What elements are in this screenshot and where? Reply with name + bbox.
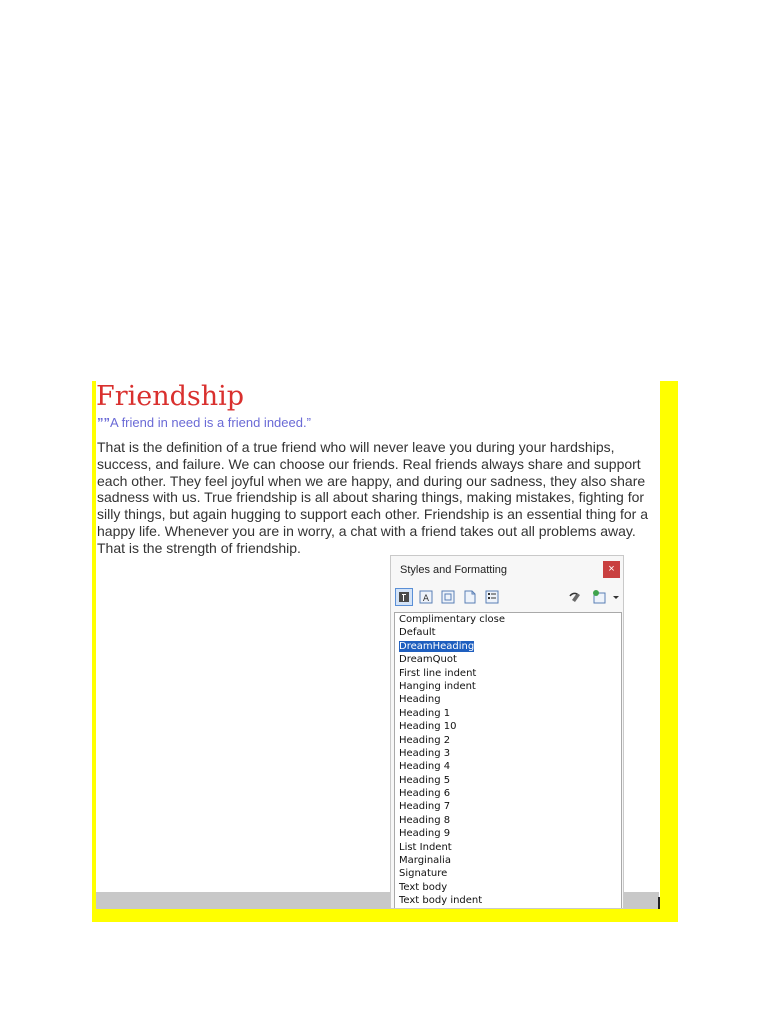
body-line: That is the definition of a true friend … — [97, 439, 615, 455]
style-item[interactable]: Text body indent — [395, 894, 621, 907]
style-item[interactable]: Hanging indent — [395, 680, 621, 693]
svg-text:A: A — [423, 594, 430, 604]
style-item[interactable]: Heading 5 — [395, 774, 621, 787]
document-body: That is the definition of a true friend … — [97, 439, 659, 557]
paragraph-styles-icon[interactable] — [395, 588, 413, 606]
style-item[interactable]: DreamQuot — [395, 653, 621, 666]
styles-and-formatting-panel: Styles and Formatting × A Complimentary … — [390, 555, 624, 909]
style-item[interactable]: Heading — [395, 693, 621, 706]
style-item[interactable]: Heading 3 — [395, 747, 621, 760]
selected-style-label: DreamHeading — [399, 640, 475, 652]
style-list[interactable]: Complimentary close Default DreamHeading… — [394, 612, 622, 908]
style-item[interactable]: List Indent — [395, 841, 621, 854]
styles-toolbar: A — [395, 587, 621, 609]
frame-styles-icon[interactable] — [439, 588, 457, 606]
style-item[interactable]: Heading 2 — [395, 734, 621, 747]
close-button[interactable]: × — [603, 561, 620, 578]
style-item[interactable]: Heading 6 — [395, 787, 621, 800]
body-line: success, and failure. We can choose our … — [97, 455, 641, 472]
style-item[interactable]: Complimentary close — [395, 613, 621, 626]
style-item[interactable]: Heading 9 — [395, 827, 621, 840]
style-item[interactable]: First line indent — [395, 667, 621, 680]
style-item-selected[interactable]: DreamHeading — [395, 640, 621, 653]
list-styles-icon[interactable] — [483, 588, 501, 606]
style-item[interactable]: Heading 4 — [395, 760, 621, 773]
style-item[interactable]: Heading 10 — [395, 720, 621, 733]
style-item[interactable]: Heading 8 — [395, 814, 621, 827]
document-title: Friendship — [96, 381, 245, 412]
panel-title: Styles and Formatting — [400, 564, 507, 576]
scrollbar-edge — [658, 897, 660, 909]
style-item[interactable]: Heading 7 — [395, 800, 621, 813]
body-line: sadness with us. True friendship is all … — [97, 489, 645, 506]
page-styles-icon[interactable] — [461, 588, 479, 606]
quote-mark: ”” — [97, 415, 110, 430]
new-style-icon[interactable] — [591, 588, 609, 606]
fill-format-icon[interactable] — [567, 588, 585, 606]
style-item[interactable]: Marginalia — [395, 854, 621, 867]
style-item[interactable]: Signature — [395, 867, 621, 880]
character-styles-icon[interactable]: A — [417, 588, 435, 606]
style-item[interactable]: Default — [395, 626, 621, 639]
body-line: happy life. Whenever you are in worry, a… — [97, 522, 636, 539]
dropdown-arrow-icon[interactable] — [611, 588, 621, 606]
body-line: silly things, but again hugging to suppo… — [97, 506, 649, 523]
style-item[interactable]: Text body — [395, 881, 621, 894]
quote-text: A friend in need is a friend indeed.” — [110, 415, 311, 430]
document-quote: ””A friend in need is a friend indeed.” — [97, 415, 311, 430]
body-line: each other. They feel joyful when we are… — [97, 472, 646, 489]
style-item[interactable]: Heading 1 — [395, 707, 621, 720]
